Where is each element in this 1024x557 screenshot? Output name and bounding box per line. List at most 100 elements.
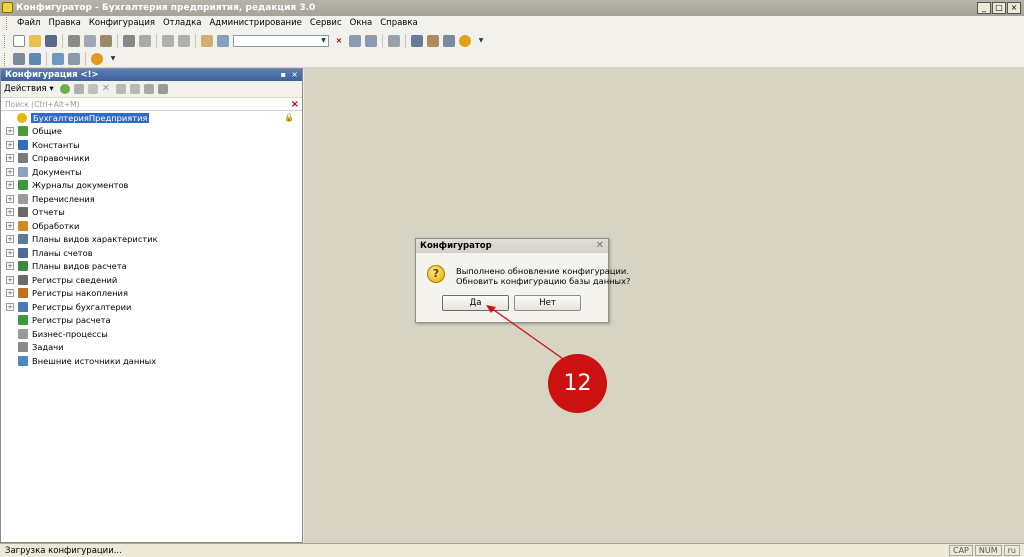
pin-icon[interactable]: ▪ — [281, 69, 286, 81]
tree-node-label: Обработки — [32, 220, 80, 231]
database-icon[interactable] — [52, 53, 64, 65]
expand-toggle-icon[interactable]: + — [6, 140, 14, 149]
clear-search-icon[interactable]: × — [291, 98, 299, 111]
tree-node[interactable]: Бизнес-процессы — [1, 327, 302, 341]
tree-node[interactable]: Регистры расчета — [1, 314, 302, 328]
properties-icon[interactable] — [68, 53, 80, 65]
find-previous-icon[interactable] — [365, 35, 377, 47]
preview-icon[interactable] — [139, 35, 151, 47]
expand-toggle-icon[interactable]: + — [6, 194, 14, 203]
expand-toggle-icon[interactable]: + — [6, 275, 14, 284]
copy-item-icon[interactable] — [87, 84, 98, 94]
status-bar: Загрузка конфигурации... CAP NUM ru — [0, 543, 1024, 557]
expand-toggle-icon[interactable]: + — [6, 154, 14, 163]
expand-toggle-icon[interactable]: + — [6, 302, 14, 311]
tree-node[interactable]: Внешние источники данных — [1, 354, 302, 368]
expand-toggle-icon[interactable]: + — [6, 167, 14, 176]
tree-node-label: Перечисления — [32, 193, 95, 204]
find-in-icon[interactable] — [201, 35, 213, 47]
tree-root-node[interactable]: БухгалтерияПредприятия 🔒 — [1, 111, 302, 125]
tree-node[interactable]: + Отчеты — [1, 206, 302, 220]
minimize-button[interactable]: _ — [977, 2, 991, 14]
expand-toggle-icon[interactable]: + — [6, 289, 14, 298]
toolbar-grip[interactable] — [4, 34, 7, 48]
panel-close-icon[interactable]: × — [291, 69, 298, 81]
clear-search-icon[interactable]: × — [333, 35, 345, 47]
cut-icon[interactable] — [68, 35, 80, 47]
tree-node[interactable]: + Документы — [1, 165, 302, 179]
edit-icon[interactable] — [73, 84, 84, 94]
menu-edit[interactable]: Правка — [44, 16, 84, 31]
save-icon[interactable] — [45, 35, 57, 47]
yes-button[interactable]: Да — [442, 295, 509, 311]
tree-node[interactable]: + Справочники — [1, 152, 302, 166]
undo-icon[interactable] — [162, 35, 174, 47]
syntax-helper-icon[interactable] — [411, 35, 423, 47]
open-configuration-icon[interactable] — [13, 53, 25, 65]
expand-toggle-icon[interactable]: + — [6, 221, 14, 230]
close-button[interactable]: × — [1007, 2, 1021, 14]
open-folder-icon[interactable] — [29, 35, 41, 47]
new-file-icon[interactable] — [13, 35, 25, 47]
calculator-icon[interactable] — [427, 35, 439, 47]
search-combo-input[interactable]: ▼ — [233, 35, 329, 47]
tree-node[interactable]: + Планы видов расчета — [1, 260, 302, 274]
tree-node[interactable]: + Обработки — [1, 219, 302, 233]
menu-administration[interactable]: Администрирование — [205, 16, 305, 31]
tree-node[interactable]: + Планы видов характеристик — [1, 233, 302, 247]
tree-node[interactable]: + Общие — [1, 125, 302, 139]
menu-service[interactable]: Сервис — [306, 16, 346, 31]
config-toolbar: ▼ — [0, 51, 1024, 68]
tree-search-input[interactable]: Поиск (Ctrl+Alt+M) × — [1, 98, 302, 111]
add-icon[interactable] — [59, 84, 70, 94]
calendar-icon[interactable] — [443, 35, 455, 47]
window-list-icon[interactable] — [388, 35, 400, 47]
toolbar-dropdown-icon[interactable]: ▼ — [475, 35, 487, 47]
search-icon[interactable] — [217, 35, 229, 47]
menu-help[interactable]: Справка — [376, 16, 421, 31]
tree-node[interactable]: + Планы счетов — [1, 246, 302, 260]
tree-node[interactable]: + Регистры сведений — [1, 273, 302, 287]
menu-grip[interactable] — [6, 17, 9, 30]
question-icon: ? — [427, 265, 445, 283]
actions-menu-button[interactable]: Действия ▾ — [4, 84, 54, 94]
expand-toggle-icon[interactable]: + — [6, 262, 14, 271]
toolbar-dropdown-icon[interactable]: ▼ — [107, 53, 119, 65]
toolbar-grip[interactable] — [4, 52, 7, 66]
tree-node[interactable]: Задачи — [1, 341, 302, 355]
language-indicator[interactable]: ru — [1003, 545, 1020, 556]
expand-toggle-icon[interactable]: + — [6, 208, 14, 217]
copy-icon[interactable] — [84, 35, 96, 47]
tree-node[interactable]: + Константы — [1, 138, 302, 152]
update-confirmation-dialog: Конфигуратор ✕ ? Выполнено обновление ко… — [415, 238, 630, 323]
expand-toggle-icon[interactable]: + — [6, 127, 14, 136]
expand-toggle-icon[interactable]: + — [6, 181, 14, 190]
dialog-titlebar: Конфигуратор ✕ — [416, 239, 608, 253]
filter-icon[interactable] — [157, 84, 168, 94]
expand-toggle-icon[interactable]: + — [6, 235, 14, 244]
print-icon[interactable] — [123, 35, 135, 47]
menu-file[interactable]: Файл — [13, 16, 44, 31]
dialog-close-icon[interactable]: ✕ — [596, 239, 604, 253]
delete-icon[interactable]: ✕ — [102, 84, 112, 94]
menu-windows[interactable]: Окна — [346, 16, 377, 31]
tree-node[interactable]: + Регистры бухгалтерии — [1, 300, 302, 314]
info-icon[interactable] — [459, 35, 471, 47]
tree-node[interactable]: + Регистры накопления — [1, 287, 302, 301]
menu-configuration[interactable]: Конфигурация — [85, 16, 159, 31]
tree-node[interactable]: + Перечисления — [1, 192, 302, 206]
move-down-icon[interactable] — [129, 84, 140, 94]
no-button[interactable]: Нет — [514, 295, 581, 311]
sort-icon[interactable] — [143, 84, 154, 94]
update-database-icon[interactable] — [29, 53, 41, 65]
redo-icon[interactable] — [178, 35, 190, 47]
menu-debug[interactable]: Отладка — [159, 16, 206, 31]
tree-node[interactable]: + Журналы документов — [1, 179, 302, 193]
find-next-icon[interactable] — [349, 35, 361, 47]
paste-icon[interactable] — [100, 35, 112, 47]
move-up-icon[interactable] — [115, 84, 126, 94]
run-debug-icon[interactable] — [91, 53, 103, 65]
chevron-down-icon[interactable]: ▼ — [319, 36, 328, 46]
maximize-button[interactable]: □ — [992, 2, 1006, 14]
expand-toggle-icon[interactable]: + — [6, 248, 14, 257]
